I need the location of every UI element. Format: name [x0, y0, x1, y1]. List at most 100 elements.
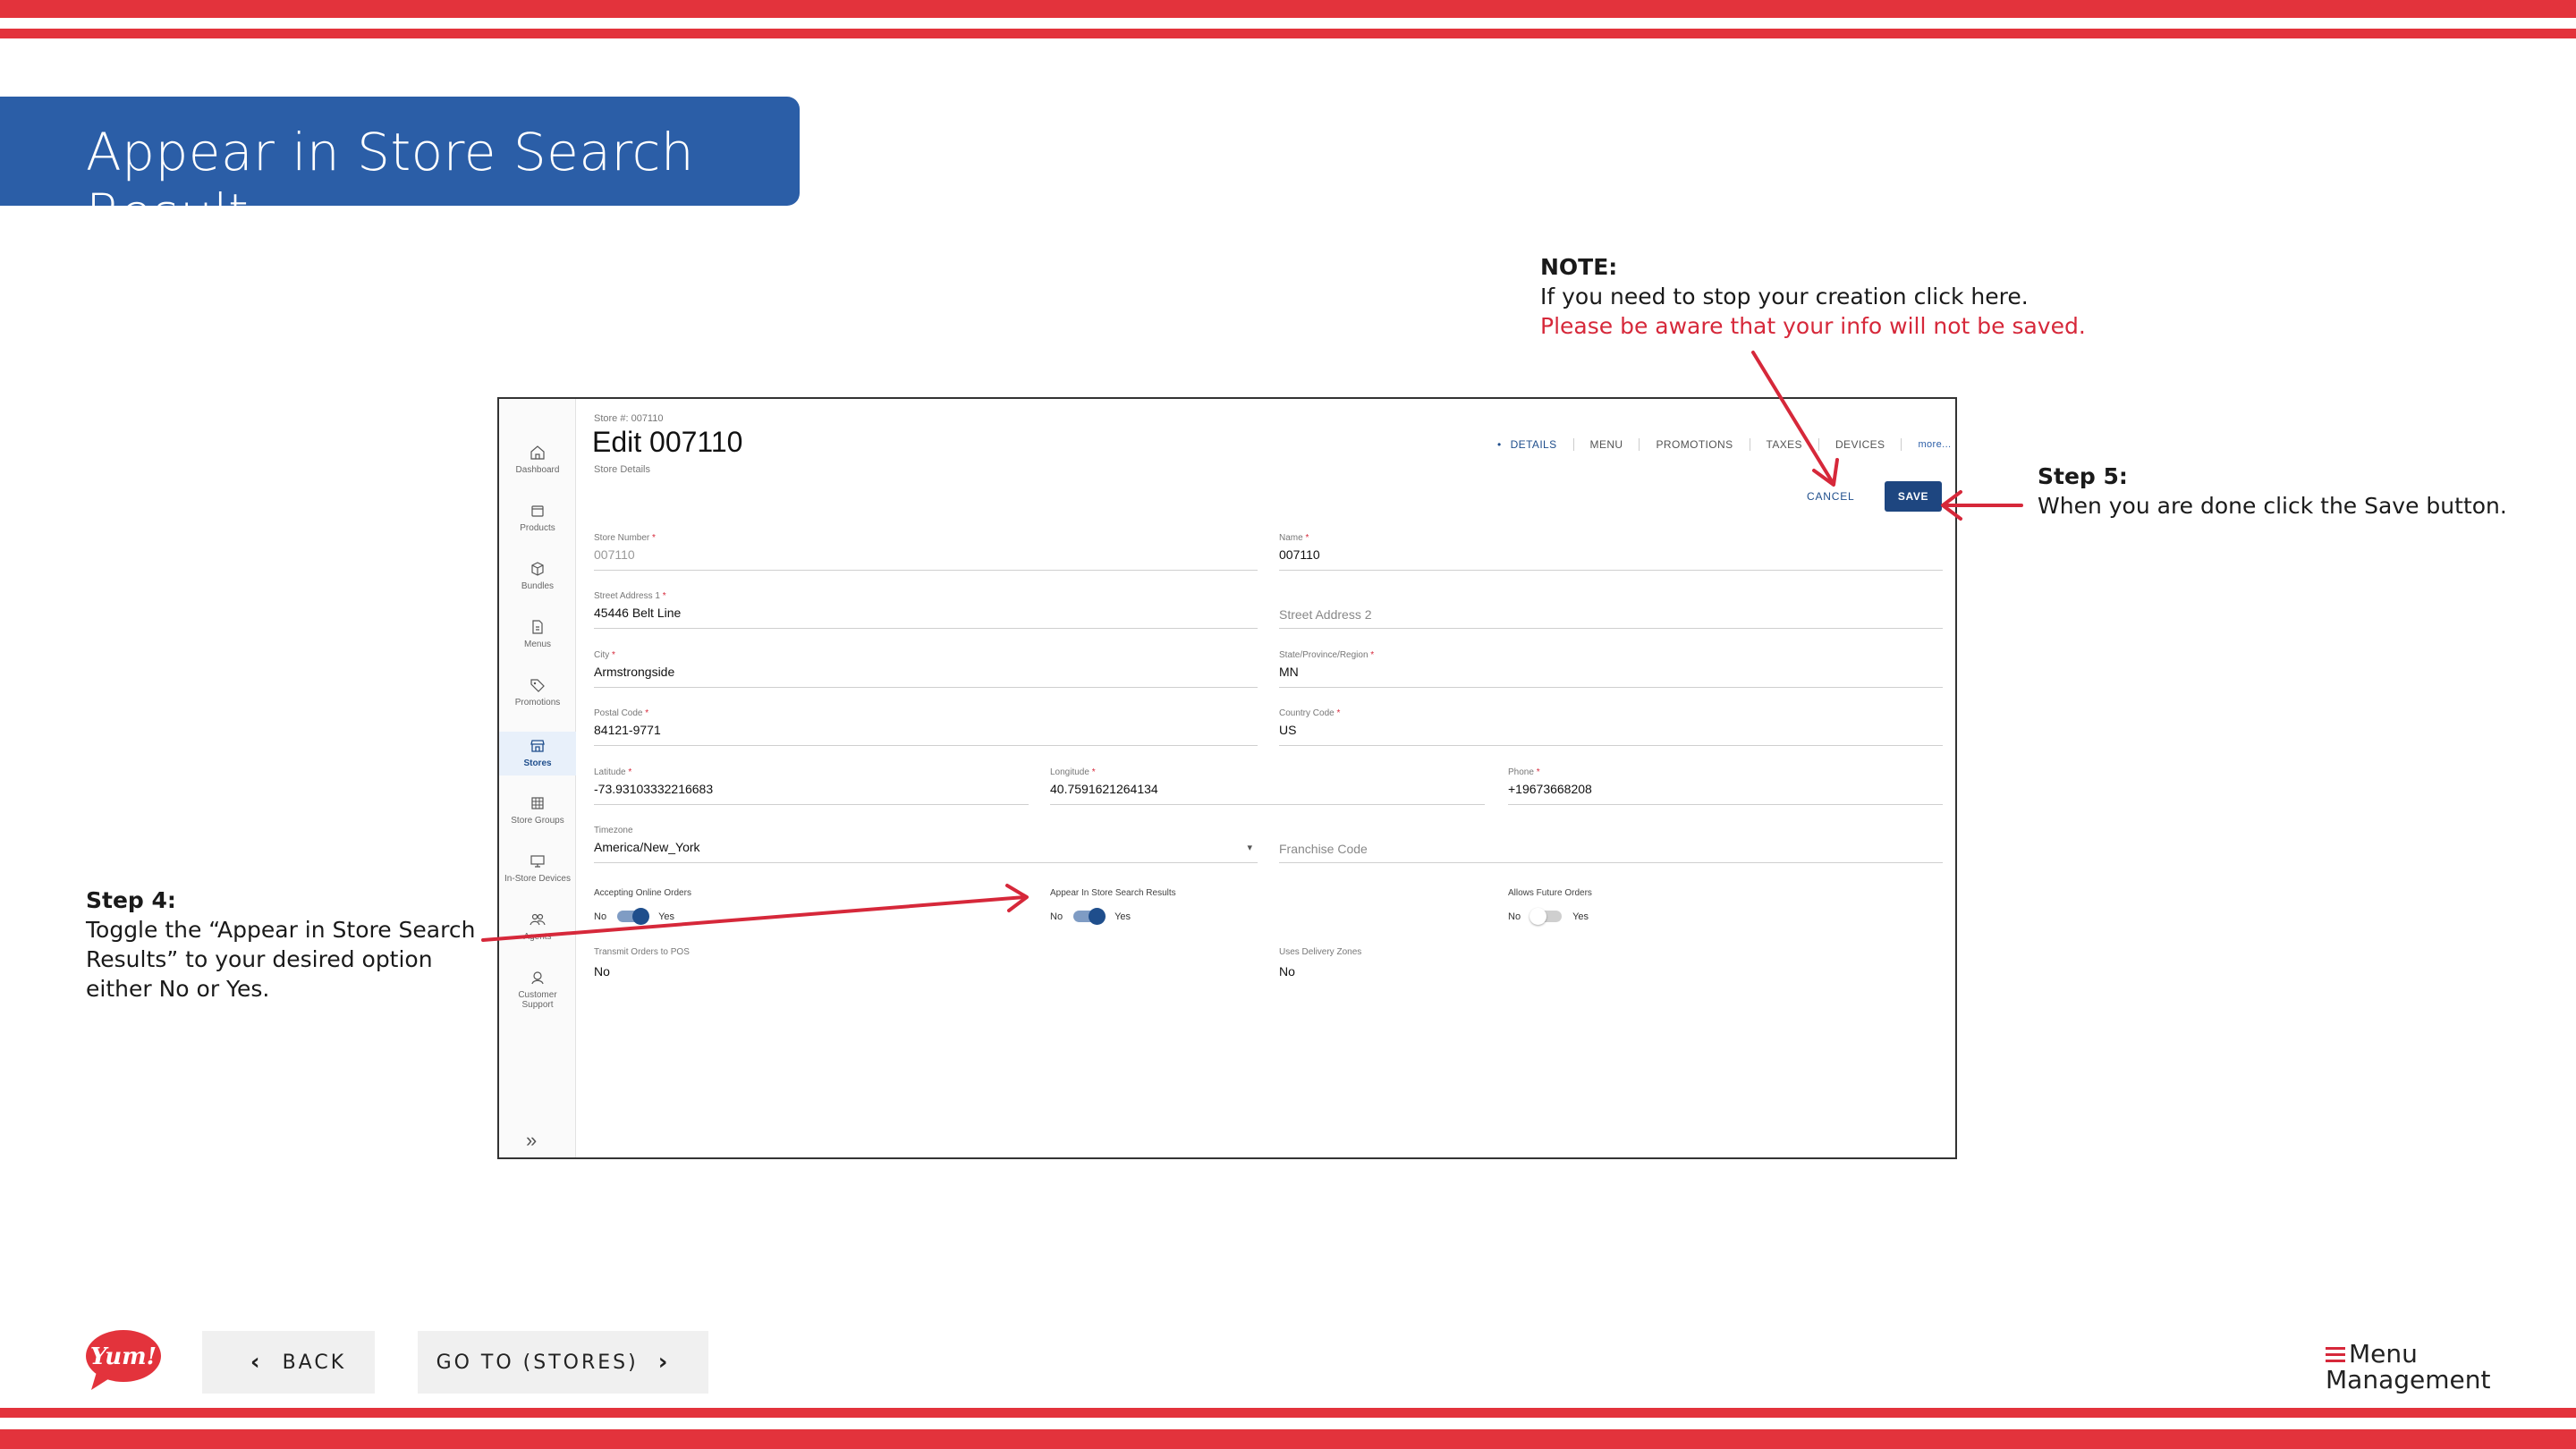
cancel-button[interactable]: CANCEL [1807, 490, 1854, 503]
note-line-2: Please be aware that your info will not … [1540, 313, 2086, 339]
sidebar-item-stores[interactable]: Stores [499, 732, 576, 775]
home-icon [530, 445, 545, 460]
yum-logo: Yum! [86, 1330, 161, 1390]
sidebar-item-label: Menus [523, 640, 551, 649]
yum-logo-text: Yum! [90, 1343, 157, 1370]
toggle-yes-label: Yes [658, 911, 675, 922]
toggle-no-label: No [1508, 911, 1521, 922]
uses-delivery-zones: Uses Delivery Zones No [1279, 947, 1361, 979]
country-code-field[interactable]: Country Code * US [1279, 708, 1943, 746]
latitude-field[interactable]: Latitude * -73.93103332216683 [594, 767, 1029, 805]
step5-callout: Step 5: When you are done click the Save… [2038, 462, 2507, 521]
allows-future-orders-switch[interactable] [1530, 908, 1563, 925]
timezone-select[interactable]: Timezone America/New_York ▾ [594, 826, 1258, 863]
uses-delivery-zones-value: No [1279, 964, 1295, 979]
allows-future-orders-toggle-group: Allows Future Orders No Yes [1508, 888, 1592, 925]
sidebar-item-label: Agents [523, 932, 552, 942]
state-field[interactable]: State/Province/Region * MN [1279, 650, 1943, 688]
sidebar-item-label: Stores [523, 758, 552, 768]
sidebar-item-promotions[interactable]: Promotions [499, 676, 576, 708]
toggle-no-label: No [1050, 911, 1063, 922]
sidebar-item-label: Bundles [521, 581, 555, 591]
city-label: City [594, 650, 610, 660]
step4-callout: Step 4: Toggle the “Appear in Store Sear… [86, 886, 479, 1004]
sidebar-item-store-groups[interactable]: Store Groups [499, 794, 576, 826]
tab-bar: DETAILS MENU PROMOTIONS TAXES DEVICES mo… [1481, 438, 1955, 451]
tab-devices[interactable]: DEVICES [1819, 438, 1902, 451]
tab-details[interactable]: DETAILS [1481, 438, 1574, 451]
transmit-orders-value: No [594, 964, 610, 979]
tab-promotions[interactable]: PROMOTIONS [1640, 438, 1750, 451]
city-field[interactable]: City * Armstrongside [594, 650, 1258, 688]
document-icon [532, 620, 543, 634]
phone-label: Phone [1508, 767, 1534, 777]
name-field[interactable]: Name * 007110 [1279, 533, 1943, 571]
note-line-1: If you need to stop your creation click … [1540, 284, 2029, 309]
chevron-right-icon: › [657, 1349, 671, 1376]
menu-lines-icon [2326, 1343, 2345, 1366]
store-number-field[interactable]: Store Number * 007110 [594, 533, 1258, 571]
tab-more[interactable]: more... [1902, 438, 1955, 451]
tab-taxes[interactable]: TAXES [1750, 438, 1819, 451]
latitude-value: -73.93103332216683 [594, 782, 714, 796]
sidebar-item-label: Promotions [514, 698, 561, 708]
longitude-field[interactable]: Longitude * 40.7591621264134 [1050, 767, 1485, 805]
sidebar-item-products[interactable]: Products [499, 502, 576, 533]
back-button[interactable]: ‹ BACK [202, 1331, 375, 1394]
app-screenshot: Dashboard Products Bundles Menus Promoti… [497, 397, 1957, 1159]
grid-icon [531, 797, 544, 809]
page-title: Edit 007110 [592, 426, 743, 458]
step4-heading: Step 4: [86, 887, 176, 913]
transmit-orders-label: Transmit Orders to POS [594, 947, 690, 957]
sidebar-item-customer-support[interactable]: Customer Support [499, 969, 576, 1010]
postal-code-label: Postal Code [594, 708, 643, 718]
street-address-1-value: 45446 Belt Line [594, 606, 682, 620]
city-value: Armstrongside [594, 665, 675, 679]
back-label: BACK [282, 1351, 347, 1374]
postal-code-value: 84121-9771 [594, 723, 661, 737]
phone-field[interactable]: Phone * +19673668208 [1508, 767, 1943, 805]
sidebar-item-bundles[interactable]: Bundles [499, 560, 576, 591]
franchise-code-placeholder: Franchise Code [1279, 842, 1368, 856]
street-address-1-field[interactable]: Street Address 1 * 45446 Belt Line [594, 591, 1258, 629]
expand-sidebar-icon[interactable]: » [526, 1129, 537, 1152]
uses-delivery-zones-label: Uses Delivery Zones [1279, 947, 1362, 957]
name-label: Name [1279, 533, 1303, 543]
save-button[interactable]: SAVE [1885, 481, 1942, 512]
toggle-yes-label: Yes [1572, 911, 1589, 922]
sidebar-item-in-store-devices[interactable]: In-Store Devices [499, 852, 576, 884]
sidebar-item-agents[interactable]: Agents [499, 911, 576, 942]
transmit-orders-to-pos: Transmit Orders to POS No [594, 947, 690, 979]
chevron-down-icon: ▾ [1247, 843, 1252, 853]
storefront-icon [530, 740, 545, 752]
slide-title-banner: Appear in Store Search Result [0, 97, 800, 243]
menu-management-logo: Menu Management [2326, 1342, 2490, 1394]
state-value: MN [1279, 665, 1299, 679]
longitude-value: 40.7591621264134 [1050, 782, 1158, 796]
state-label: State/Province/Region [1279, 650, 1368, 660]
street-address-2-field[interactable]: Street Address 2 [1279, 591, 1943, 629]
postal-code-field[interactable]: Postal Code * 84121-9771 [594, 708, 1258, 746]
cube-icon [531, 562, 544, 576]
support-icon [531, 971, 544, 985]
sidebar-item-menus[interactable]: Menus [499, 618, 576, 649]
appear-in-search-switch[interactable] [1073, 908, 1106, 925]
appear-in-search-toggle-group: Appear In Store Search Results No Yes [1050, 888, 1176, 925]
main-content: Store #: 007110 Edit 007110 Store Detail… [576, 399, 1955, 1157]
store-number-value: 007110 [594, 547, 635, 562]
franchise-code-field[interactable]: Franchise Code [1279, 826, 1943, 863]
sidebar-item-dashboard[interactable]: Dashboard [499, 444, 576, 475]
store-number-caption: Store #: 007110 [594, 413, 664, 424]
accepting-online-orders-switch[interactable] [617, 908, 650, 925]
street-address-1-label: Street Address 1 [594, 591, 660, 601]
sidebar-item-label: In-Store Devices [504, 874, 571, 884]
timezone-label: Timezone [594, 826, 633, 835]
chevron-left-icon: ‹ [250, 1349, 263, 1376]
go-to-stores-button[interactable]: GO TO (STORES) › [418, 1331, 708, 1394]
tab-menu[interactable]: MENU [1574, 438, 1640, 451]
note-heading: NOTE: [1540, 254, 1618, 280]
top-stripe [0, 0, 2576, 18]
note-callout: NOTE: If you need to stop your creation … [1540, 252, 2086, 341]
timezone-value: America/New_York [594, 840, 700, 854]
step5-heading: Step 5: [2038, 463, 2128, 489]
